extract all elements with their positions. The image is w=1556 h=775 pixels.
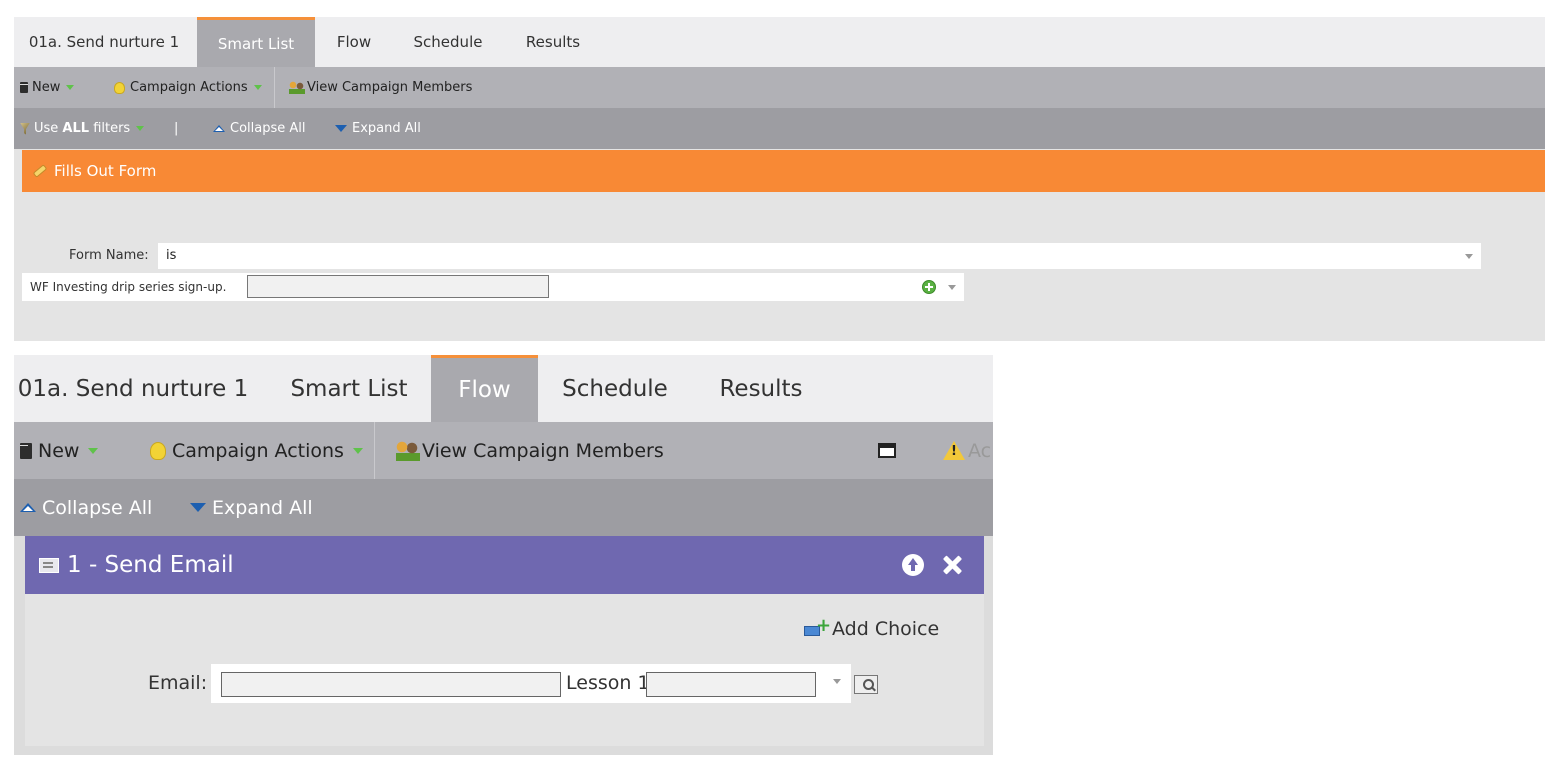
- expand-icon: [190, 503, 206, 512]
- tab-results[interactable]: Results: [514, 17, 592, 67]
- use-suffix: filters: [89, 121, 131, 136]
- tab-smart-list[interactable]: Smart List: [197, 17, 315, 67]
- new-icon: [20, 442, 32, 459]
- move-up-icon[interactable]: [902, 554, 924, 576]
- campaign-tab-bar: 01a. Send nurture 1 Smart List Flow Sche…: [14, 355, 993, 422]
- flow-panel: 01a. Send nurture 1 Smart List Flow Sche…: [14, 355, 993, 755]
- operator-select[interactable]: is: [158, 243, 1481, 269]
- lightbulb-icon: [150, 441, 166, 460]
- funnel-icon: [20, 122, 30, 135]
- collapse-all-label: Collapse All: [230, 121, 306, 136]
- campaign-toolbar: New Campaign Actions View Campaign Membe…: [14, 422, 993, 479]
- filter-toolbar: Use ALL filters | Collapse All Expand Al…: [14, 108, 1545, 149]
- campaign-toolbar: New Campaign Actions View Campaign Membe…: [14, 67, 1545, 108]
- tab-schedule[interactable]: Schedule: [404, 17, 492, 67]
- add-value-icon[interactable]: [922, 280, 936, 294]
- lightbulb-icon: [114, 81, 125, 94]
- expand-all-label: Expand All: [212, 496, 313, 519]
- redacted-box: [247, 275, 549, 298]
- add-choice-button[interactable]: Add Choice: [804, 615, 940, 642]
- collapse-all-label: Collapse All: [42, 496, 153, 519]
- activation-label: Ac: [968, 439, 992, 462]
- redacted-box: [646, 672, 816, 697]
- expand-all-label: Expand All: [352, 121, 421, 136]
- email-value-text: Lesson 1: [566, 672, 650, 694]
- email-label: Email:: [148, 672, 208, 694]
- smart-list-panel: 01a. Send nurture 1 Smart List Flow Sche…: [14, 17, 1545, 341]
- redacted-box: [221, 672, 561, 697]
- view-campaign-members-button[interactable]: View Campaign Members: [289, 67, 472, 108]
- new-button[interactable]: New: [20, 422, 99, 479]
- filter-separator: |: [174, 121, 179, 136]
- campaign-actions-button[interactable]: Campaign Actions: [150, 422, 363, 479]
- chevron-down-icon: [1465, 254, 1473, 259]
- tab-smart-list[interactable]: Smart List: [282, 355, 416, 422]
- pencil-icon: [34, 165, 46, 177]
- people-icon: [289, 81, 305, 94]
- close-icon[interactable]: [941, 554, 963, 576]
- collapse-icon: [20, 503, 36, 512]
- chevron-down-icon[interactable]: [948, 285, 956, 290]
- form-name-row: Form Name: is: [14, 243, 1481, 269]
- operator-value: is: [166, 248, 177, 263]
- activation-button[interactable]: Ac: [943, 422, 993, 479]
- chevron-down-icon: [136, 126, 145, 131]
- email-select[interactable]: Lesson 1: [211, 664, 851, 703]
- collapse-all-button[interactable]: Collapse All: [213, 108, 306, 149]
- expand-all-button[interactable]: Expand All: [190, 479, 313, 536]
- tab-campaign-name[interactable]: 01a. Send nurture 1: [14, 355, 252, 422]
- flow-step-title: 1 - Send Email: [67, 552, 234, 578]
- form-name-label: Form Name:: [69, 248, 149, 263]
- filter-header[interactable]: Fills Out Form: [22, 150, 1545, 192]
- tab-flow[interactable]: Flow: [324, 17, 384, 67]
- new-icon: [20, 82, 28, 93]
- flow-step-body: Add Choice Email: Lesson 1: [25, 594, 984, 746]
- flow-collapse-toolbar: Collapse All Expand All: [14, 479, 993, 536]
- tab-results[interactable]: Results: [704, 355, 818, 422]
- filter-title: Fills Out Form: [54, 162, 157, 180]
- form-value-text: WF Investing drip series sign-up.: [30, 280, 227, 294]
- collapse-icon: [213, 125, 225, 132]
- new-label: New: [32, 80, 61, 95]
- filter-logic-button[interactable]: Use ALL filters: [20, 108, 145, 149]
- window-button[interactable]: [878, 422, 896, 479]
- toolbar-divider: [274, 67, 275, 108]
- add-choice-label: Add Choice: [832, 618, 940, 640]
- flow-step-header[interactable]: 1 - Send Email: [25, 536, 984, 594]
- collapse-all-button[interactable]: Collapse All: [20, 479, 152, 536]
- add-choice-icon: [804, 615, 831, 640]
- view-members-label: View Campaign Members: [307, 80, 473, 95]
- expand-all-button[interactable]: Expand All: [335, 108, 421, 149]
- view-members-label: View Campaign Members: [422, 439, 664, 462]
- window-icon: [878, 443, 896, 458]
- warning-icon: [943, 441, 965, 460]
- new-label: New: [38, 439, 80, 462]
- tab-campaign-name[interactable]: 01a. Send nurture 1: [14, 17, 194, 67]
- tab-schedule[interactable]: Schedule: [554, 355, 676, 422]
- use-prefix: Use: [34, 121, 63, 136]
- chevron-down-icon: [66, 85, 75, 90]
- use-all-bold: ALL: [62, 121, 90, 136]
- campaign-actions-button[interactable]: Campaign Actions: [114, 67, 262, 108]
- campaign-actions-label: Campaign Actions: [130, 80, 248, 95]
- view-campaign-members-button[interactable]: View Campaign Members: [396, 422, 664, 479]
- chevron-down-icon[interactable]: [833, 679, 841, 684]
- chevron-down-icon: [253, 85, 262, 90]
- chevron-down-icon: [88, 447, 99, 454]
- expand-icon: [335, 125, 347, 132]
- people-icon: [396, 440, 420, 461]
- email-icon: [39, 557, 59, 573]
- form-value-field[interactable]: WF Investing drip series sign-up.: [22, 273, 964, 301]
- preview-icon[interactable]: [854, 675, 878, 694]
- chevron-down-icon: [352, 447, 363, 454]
- toolbar-divider: [374, 422, 375, 479]
- campaign-actions-label: Campaign Actions: [172, 439, 344, 462]
- campaign-tab-bar: 01a. Send nurture 1 Smart List Flow Sche…: [14, 17, 1545, 67]
- new-button[interactable]: New: [20, 67, 75, 108]
- tab-flow[interactable]: Flow: [431, 355, 538, 422]
